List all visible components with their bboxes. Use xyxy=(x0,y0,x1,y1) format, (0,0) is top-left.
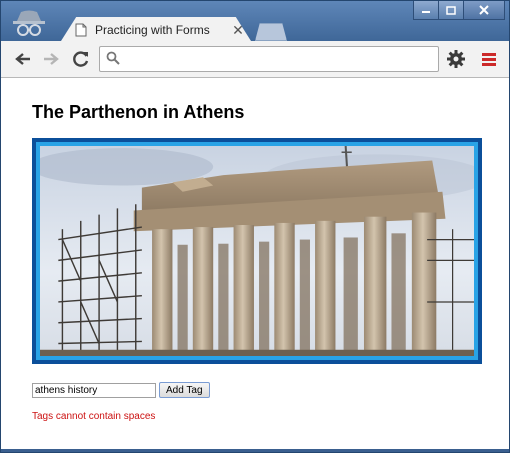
arrow-right-icon xyxy=(44,53,59,65)
title-bar: Practicing with Forms ✕ xyxy=(1,1,509,41)
add-tag-button[interactable]: Add Tag xyxy=(159,382,210,398)
browser-toolbar xyxy=(1,41,509,78)
browser-window: Practicing with Forms ✕ The Parthenon in… xyxy=(0,0,510,453)
page-icon xyxy=(75,23,87,37)
parthenon-photo xyxy=(40,146,474,356)
maximize-button[interactable] xyxy=(438,1,464,20)
tab-title: Practicing with Forms xyxy=(95,23,210,37)
address-bar[interactable] xyxy=(99,46,439,72)
back-button[interactable] xyxy=(13,50,33,68)
address-input[interactable] xyxy=(126,49,435,69)
reload-button[interactable] xyxy=(71,50,91,68)
image-frame-inner xyxy=(36,142,478,360)
tag-form: Add Tag xyxy=(32,382,210,398)
minimize-button[interactable] xyxy=(413,1,439,20)
new-tab-button[interactable] xyxy=(255,23,287,41)
search-icon xyxy=(106,51,120,65)
close-icon xyxy=(479,5,489,15)
incognito-icon xyxy=(13,10,45,36)
forward-button[interactable] xyxy=(41,50,61,68)
error-message: Tags cannot contain spaces xyxy=(32,411,156,422)
reload-icon xyxy=(73,51,89,67)
close-window-button[interactable] xyxy=(463,1,505,20)
page-content: The Parthenon in Athens athens history A… xyxy=(1,78,509,449)
image-frame xyxy=(32,138,482,364)
tab-content: Practicing with Forms ✕ xyxy=(75,19,245,41)
menu-icon[interactable] xyxy=(481,51,497,67)
page-title: The Parthenon in Athens xyxy=(32,102,245,122)
minimize-icon xyxy=(422,11,430,13)
tag-input[interactable] xyxy=(32,382,156,398)
gear-icon[interactable] xyxy=(447,50,465,68)
close-tab-icon[interactable]: ✕ xyxy=(231,22,245,39)
arrow-left-icon xyxy=(15,53,30,65)
maximize-icon xyxy=(446,5,456,15)
